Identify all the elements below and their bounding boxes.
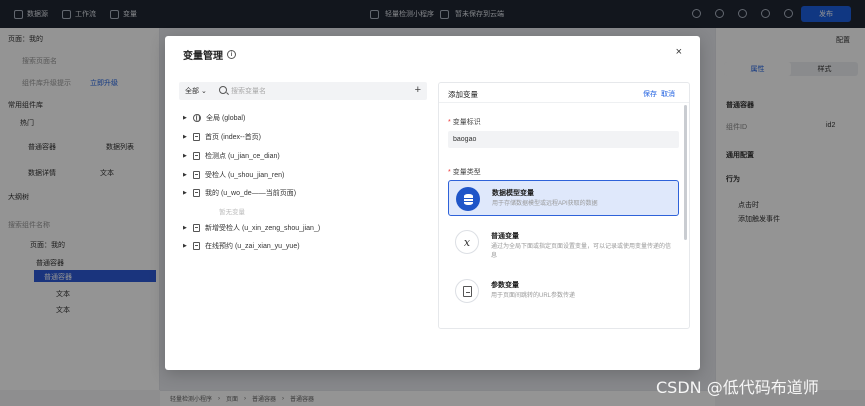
add-variable-form: 添加变量 保存 取消 *变量标识 *变量类型 数据模型变量 用于存储数据模型或远… [438, 82, 690, 329]
expand-arrow-icon[interactable]: ▶ [183, 172, 188, 178]
empty-variable-hint: 暂无变量 [219, 209, 245, 216]
type-desc: 用于存储数据模型或远程API获取的数据 [492, 201, 598, 207]
tree-item-wo-de[interactable]: ▶ 我的 (u_wo_de——当前页面) [183, 188, 296, 198]
variable-x-icon: x [455, 230, 479, 254]
required-mark: * [448, 169, 451, 176]
cancel-button[interactable]: 取消 [661, 89, 675, 99]
type-option-data-model[interactable]: 数据模型变量 用于存储数据模型或远程API获取的数据 [448, 180, 679, 216]
form-title: 添加变量 [448, 90, 478, 99]
expand-arrow-icon[interactable]: ▶ [183, 243, 188, 249]
expand-arrow-icon[interactable]: ▶ [183, 134, 188, 140]
tree-item-zai-xian-yu-yue[interactable]: ▶ 在线预约 (u_zai_xian_yu_yue) [183, 241, 300, 251]
search-icon [219, 86, 227, 94]
database-icon [456, 187, 480, 211]
required-mark: * [448, 119, 451, 126]
page-icon [193, 242, 200, 250]
tree-item-shou-jian-ren[interactable]: ▶ 受检人 (u_shou_jian_ren) [183, 170, 284, 180]
expand-arrow-icon[interactable]: ▶ [183, 115, 188, 121]
variable-id-input[interactable] [448, 131, 679, 148]
close-button[interactable]: × [676, 46, 682, 58]
form-header: 添加变量 保存 取消 [439, 83, 689, 103]
add-variable-button[interactable]: + [415, 84, 421, 96]
tree-item-xin-zeng[interactable]: ▶ 新增受检人 (u_xin_zeng_shou_jian_) [183, 223, 320, 233]
expand-arrow-icon[interactable]: ▶ [183, 225, 188, 231]
variable-id-label: * 变量标识 [448, 119, 481, 126]
type-name: 参数变量 [491, 282, 519, 289]
form-scrollbar[interactable] [684, 105, 687, 240]
type-option-normal[interactable]: x 普通变量 通过为全局下面或指定页面设置变量，可以记录或使用变量传递的信息 [448, 224, 679, 260]
dialog-title: 变量管理 i [183, 47, 236, 62]
type-option-param[interactable]: 参数变量 用于页面间跳转的URL参数传递 [448, 273, 679, 309]
page-icon [193, 133, 200, 141]
type-name: 数据模型变量 [492, 190, 534, 197]
variable-search-bar: 全部 ⌄ + [179, 82, 427, 100]
type-name: 普通变量 [491, 233, 519, 240]
page-icon [193, 224, 200, 232]
type-desc: 用于页面间跳转的URL参数传递 [491, 293, 576, 299]
document-icon [455, 279, 479, 303]
info-icon[interactable]: i [227, 50, 236, 59]
expand-arrow-icon[interactable]: ▶ [183, 153, 188, 159]
variable-type-label: * 变量类型 [448, 169, 481, 176]
tree-item-global[interactable]: ▶ 全局 (global) [183, 113, 245, 123]
chevron-down-icon: ⌄ [201, 88, 207, 95]
tree-item-jian-ce-dian[interactable]: ▶ 检测点 (u_jian_ce_dian) [183, 151, 280, 161]
tree-item-index[interactable]: ▶ 首页 (index--首页) [183, 132, 261, 142]
page-icon [193, 189, 200, 197]
type-desc: 通过为全局下面或指定页面设置变量，可以记录或使用变量传递的信息 [491, 244, 672, 259]
scope-dropdown[interactable]: 全部 ⌄ [185, 86, 207, 96]
variable-tree-panel: 全部 ⌄ + ▶ 全局 (global) ▶ 首页 (index--首页) ▶ … [179, 82, 427, 342]
variable-search-input[interactable] [231, 85, 401, 97]
page-icon [193, 171, 200, 179]
expand-arrow-icon[interactable]: ▶ [183, 190, 188, 196]
page-icon [193, 152, 200, 160]
variable-manager-dialog: 变量管理 i × 全部 ⌄ + ▶ 全局 (global) ▶ 首页 (inde… [165, 36, 700, 370]
globe-icon [193, 114, 201, 122]
watermark: CSDN @低代码布道师 [656, 378, 819, 397]
save-button[interactable]: 保存 [643, 89, 657, 99]
